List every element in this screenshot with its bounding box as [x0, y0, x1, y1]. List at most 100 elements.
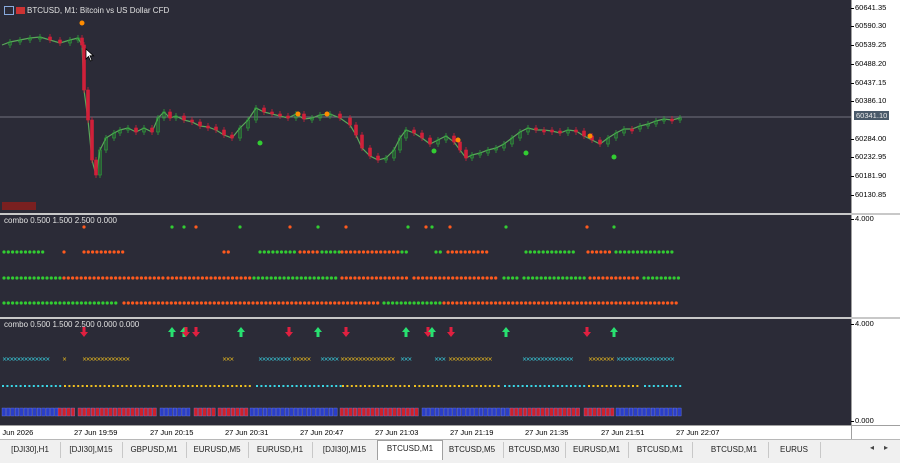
signal-square [644, 385, 646, 387]
chart-tab[interactable]: EURUS [768, 442, 821, 458]
signal-block [254, 407, 259, 417]
signal-marker [587, 133, 593, 139]
signal-block [50, 407, 55, 417]
chart-title: BTCUSD, M1: Bitcoin vs US Dollar CFD [27, 6, 170, 15]
signal-dot [187, 276, 192, 280]
signal-dot [468, 301, 472, 305]
candle-body [348, 117, 352, 126]
signal-square [231, 385, 234, 387]
signal-dot [571, 301, 575, 305]
signal-block [496, 407, 501, 417]
signal-block [483, 407, 488, 417]
signal-block [435, 407, 439, 417]
signal-block [173, 407, 177, 417]
signal-dot [653, 250, 657, 254]
signal-dot [592, 301, 597, 305]
signal-block [168, 407, 173, 417]
signal-block [410, 407, 415, 417]
signal-block [71, 407, 75, 417]
signal-square [19, 385, 22, 387]
signal-dot [321, 276, 325, 280]
cross-marker: × [334, 356, 339, 363]
price-chart-pane[interactable]: BTCUSD, M1: Bitcoin vs US Dollar CFD [0, 0, 851, 213]
signal-dot [524, 250, 528, 254]
signal-dot [657, 250, 661, 254]
signal-dot [396, 276, 400, 280]
signal-square [350, 385, 353, 387]
signal-square [652, 385, 655, 387]
signal-square [364, 385, 366, 387]
signal-block [23, 407, 28, 417]
signal-dot [139, 276, 143, 280]
signal-dot [350, 301, 354, 305]
chart-tab[interactable]: GBPUSD,M1 [122, 442, 187, 458]
candle-body [168, 111, 172, 119]
chart-tab[interactable]: [DJI30],M15 [312, 442, 378, 458]
candle-body [630, 128, 634, 132]
indicator-2-axis: 4.000 0.000 [851, 319, 900, 425]
signal-square [46, 385, 48, 387]
signal-dot [28, 250, 32, 254]
chart-tab[interactable]: [DJI30],M15 [60, 442, 123, 458]
signal-dot [182, 301, 186, 305]
signal-dot [585, 225, 589, 229]
signal-dot [640, 301, 644, 305]
candle-body [58, 39, 62, 44]
signal-square [116, 385, 119, 387]
signal-block [659, 407, 664, 417]
candle-body [558, 130, 562, 134]
chevron-left-icon[interactable]: ◂ [870, 443, 874, 452]
signal-block [217, 407, 222, 417]
chart-tab[interactable]: BTCUSD,M1 [700, 442, 769, 458]
signal-dot [269, 276, 273, 280]
signal-dot [571, 250, 575, 254]
signal-block [388, 407, 393, 417]
time-tick-label: 27 Jun 21:19 [450, 428, 494, 437]
signal-dot [298, 301, 302, 305]
signal-dot [412, 301, 416, 305]
cross-marker: × [407, 356, 412, 363]
cross-marker: × [62, 356, 67, 363]
signal-block [487, 407, 492, 417]
chevron-right-icon[interactable]: ▸ [884, 443, 888, 452]
chart-tab[interactable]: BTCUSD,M30 [503, 442, 566, 458]
signal-dot [623, 250, 627, 254]
signal-block [37, 407, 41, 417]
chart-tab[interactable]: EURUSD,M5 [186, 442, 249, 458]
indicator-pane-2[interactable]: × × × × × × × × × × × × × × × × × × × × × × × × × × × × × × × × × × × × × × × ×… [0, 319, 851, 425]
signal-dot [533, 250, 537, 254]
signal-dot [556, 276, 561, 280]
signal-dot [284, 250, 288, 254]
signal-dot [386, 301, 390, 305]
signal-block [222, 407, 227, 417]
signal-block [375, 407, 379, 417]
signal-dot [354, 301, 358, 305]
chart-tab[interactable]: BTCUSD,M1 [377, 440, 443, 460]
signal-dot [506, 301, 511, 305]
time-axis[interactable]: 27 Jun 2026 27 Jun 19:59 27 Jun 20:15 27 Ju… [0, 425, 851, 440]
signal-dot [97, 301, 101, 305]
signal-dot [451, 301, 455, 305]
signal-square [570, 385, 572, 387]
chart-tab[interactable]: EURUSD,M1 [565, 442, 629, 458]
chart-tab[interactable]: [DJI30],H1 [0, 442, 61, 458]
signal-dot [498, 301, 502, 305]
indicator-pane-1[interactable]: combo 0.500 1.500 2.500 0.000 [0, 215, 851, 317]
signal-square [422, 385, 425, 387]
signal-square [304, 385, 307, 387]
chart-tab[interactable]: BTCUSD,M1 [628, 442, 693, 458]
signal-square [6, 385, 9, 387]
signal-dot [62, 276, 66, 280]
price-axis[interactable]: 60641.35 60590.30 60539.25 60488.20 60437.15… [850, 0, 900, 213]
signal-dot [574, 276, 578, 280]
signal-dot [6, 250, 10, 254]
signal-block [285, 407, 289, 417]
signal-block [267, 407, 272, 417]
signal-square [313, 385, 316, 387]
signal-dot [174, 301, 178, 305]
signal-dot [586, 250, 590, 254]
signal-dot [191, 301, 195, 305]
chart-tab[interactable]: BTCUSD,M5 [441, 442, 504, 458]
cross-marker: × [441, 356, 446, 363]
chart-tab[interactable]: EURUSD,H1 [248, 442, 313, 458]
